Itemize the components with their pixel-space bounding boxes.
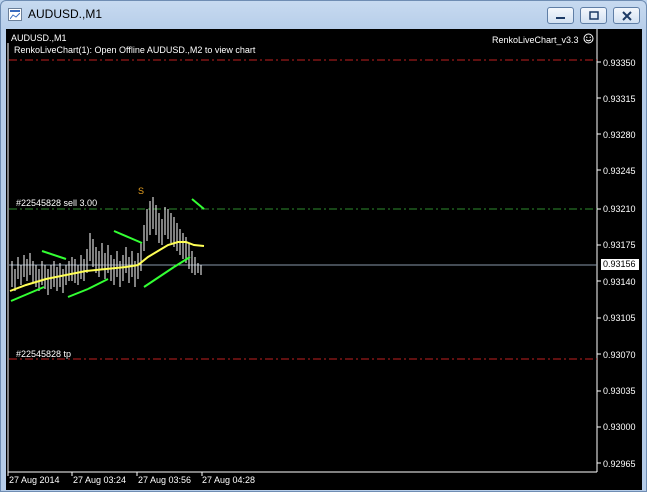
minimize-button[interactable] (547, 7, 574, 24)
price-label: 0.93035 (603, 386, 636, 396)
close-button[interactable] (613, 7, 640, 24)
price-label: 0.93280 (603, 130, 636, 140)
chart-window: AUDUSD.,M1 AUDUSD.,M1 RenkoLiveChart(1):… (0, 0, 647, 492)
restore-icon (589, 11, 599, 20)
price-label: 0.93070 (603, 350, 636, 360)
price-chart[interactable]: AUDUSD.,M1 RenkoLiveChart(1): Open Offli… (6, 29, 642, 490)
price-label: 0.93210 (603, 204, 636, 214)
signal-marker: S (138, 186, 145, 196)
close-icon (622, 11, 632, 21)
price-label: 0.93000 (603, 422, 636, 432)
time-label: 27 Aug 03:24 (73, 475, 127, 485)
price-label: 0.93140 (603, 277, 636, 287)
price-label: 0.93350 (603, 58, 636, 68)
title-bar[interactable]: AUDUSD.,M1 (1, 1, 646, 29)
chart-window-icon (8, 8, 22, 21)
minimize-icon (556, 17, 565, 19)
price-label: 0.92965 (603, 459, 636, 469)
time-label: 27 Aug 2014 (9, 475, 60, 485)
indicator-overlay-text: RenkoLiveChart(1): Open Offline AUDUSD.,… (14, 45, 256, 55)
chart-canvas (7, 29, 601, 476)
symbol-label: AUDUSD.,M1 (11, 33, 67, 43)
take-profit-label: #22545828 tp (16, 349, 72, 359)
price-label: 0.93105 (603, 313, 636, 323)
expert-advisor-smiley-icon (583, 33, 594, 44)
window-title: AUDUSD.,M1 (28, 7, 103, 21)
current-price-badge: 0.93156 (601, 259, 639, 270)
time-label: 27 Aug 04:28 (202, 475, 256, 485)
indicator-name-label: RenkoLiveChart_v3.3 (492, 35, 579, 45)
price-label: 0.93175 (603, 240, 636, 250)
price-label: 0.93315 (603, 94, 636, 104)
price-label: 0.93245 (603, 166, 636, 176)
sell-order-label: #22545828 sell 3.00 (16, 198, 98, 208)
maximize-button[interactable] (580, 7, 607, 24)
time-label: 27 Aug 03:56 (138, 475, 192, 485)
